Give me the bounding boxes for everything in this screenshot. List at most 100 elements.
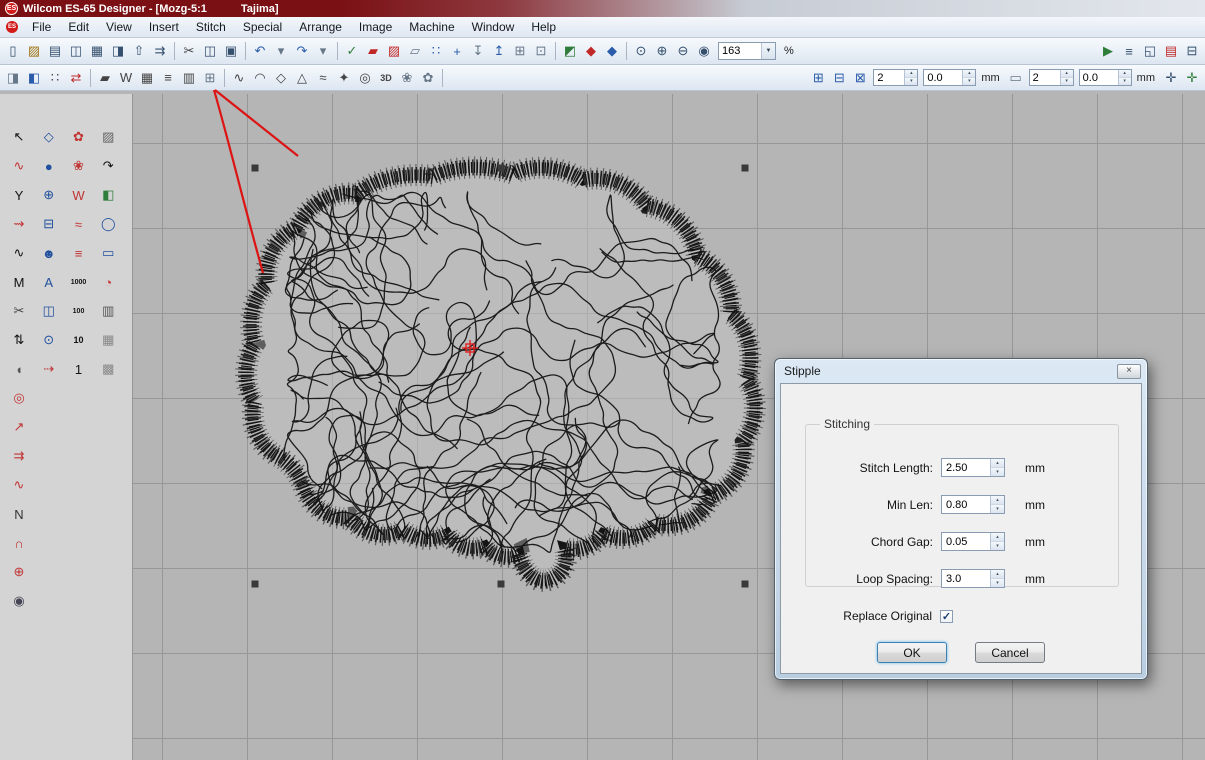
spin-down-icon[interactable]: ▾ [905, 78, 917, 85]
jump-stitch-tool-icon[interactable]: ⇝ [7, 213, 31, 235]
zigzag-tool-tool-icon[interactable]: ∿ [7, 242, 31, 264]
ripple-effect-icon[interactable]: ◎ [355, 68, 375, 88]
print-preview-icon[interactable]: ◨ [108, 41, 128, 61]
zigzag-run-tool-icon[interactable]: W [67, 184, 91, 206]
triple-run-tool-icon[interactable]: ⇉ [7, 445, 31, 467]
spin-down-icon[interactable]: ▾ [963, 78, 975, 85]
measure-updown-tool-icon[interactable]: ⇅ [7, 329, 31, 351]
spin-down-icon[interactable]: ▾ [991, 468, 1004, 476]
flower-outline-tool-icon[interactable]: ❀ [67, 155, 91, 177]
show-connectors-icon[interactable]: ⇄ [66, 68, 86, 88]
cross-stitch-icon[interactable]: + [447, 41, 467, 61]
new-design-icon[interactable]: ▯ [3, 41, 23, 61]
save-all-icon[interactable]: ◫ [66, 41, 86, 61]
show-artwork-icon[interactable]: ◧ [24, 68, 44, 88]
hoop-toggle-icon[interactable]: ⊡ [531, 41, 551, 61]
grid-toggle-icon[interactable]: ⊞ [510, 41, 530, 61]
loop-spacing-input[interactable] [942, 570, 990, 587]
thread-colors-icon[interactable]: ◆ [602, 41, 622, 61]
stitch-length-input[interactable] [942, 459, 990, 476]
zoom-out-icon[interactable]: ⊖ [673, 41, 693, 61]
menu-special[interactable]: Special [235, 18, 290, 36]
run-100-tool-icon[interactable]: 100 [67, 300, 91, 322]
spin-up-icon[interactable]: ▴ [991, 496, 1004, 505]
menu-edit[interactable]: Edit [60, 18, 97, 36]
pull-compensation-icon[interactable]: ◠ [250, 68, 270, 88]
cut-icon[interactable]: ✂ [179, 41, 199, 61]
motif-b-icon[interactable]: ✿ [418, 68, 438, 88]
branching-tool-icon[interactable]: Y [7, 184, 31, 206]
length-value-spinner[interactable]: ▴▾ [1079, 69, 1132, 86]
scissors-tool-icon[interactable]: ✂ [7, 300, 31, 322]
pan-design-icon[interactable]: ✛ [1161, 68, 1181, 88]
penetrations-tool-icon[interactable]: N [7, 503, 31, 525]
backstitch-tool-icon[interactable]: ≡ [67, 242, 91, 264]
florentine-effect-icon[interactable]: ✦ [334, 68, 354, 88]
loop-spacing-spinner[interactable]: ▴▾ [941, 569, 1005, 588]
undo-list-icon[interactable]: ▾ [271, 41, 291, 61]
zoom-input[interactable] [719, 45, 761, 57]
min-len-input[interactable] [942, 496, 990, 513]
fan-stitch-tool-icon[interactable]: ◖ [7, 358, 31, 380]
smiley-motif-tool-icon[interactable]: ☻ [37, 242, 61, 264]
stitch-list-icon[interactable]: ≡ [1119, 41, 1139, 61]
stitch-to-machine-icon[interactable]: ⇉ [150, 41, 170, 61]
redo-list-icon[interactable]: ▾ [313, 41, 333, 61]
length-value-input[interactable] [1080, 70, 1118, 85]
s-ring-tool-icon[interactable]: ◎ [7, 387, 31, 409]
min-len-spinner[interactable]: ▴▾ [941, 495, 1005, 514]
stitch-target-tool-icon[interactable]: ◉ [7, 590, 31, 612]
chord-gap-input[interactable] [942, 533, 990, 550]
dialog-title-bar[interactable]: Stipple × [775, 359, 1147, 383]
applique-tool-icon[interactable]: ⊟ [37, 213, 61, 235]
reshape-tool-icon[interactable]: ◇ [37, 126, 61, 148]
3d-warp-icon[interactable]: 3D [376, 68, 396, 88]
spin-up-icon[interactable]: ▴ [1061, 70, 1073, 78]
wave-effect-icon[interactable]: ≈ [313, 68, 333, 88]
cancel-button[interactable]: Cancel [975, 642, 1045, 663]
spin-down-icon[interactable]: ▾ [991, 579, 1004, 587]
outline-run-icon[interactable]: ▱ [405, 41, 425, 61]
needle-down-icon[interactable]: ↧ [468, 41, 488, 61]
tatami-stitch-icon[interactable]: ▦ [137, 68, 157, 88]
design-canvas[interactable]: Stipple × Stitching Stitch Length: ▴▾ mm [133, 94, 1205, 760]
menu-file[interactable]: File [24, 18, 59, 36]
freehand-select-tool-icon[interactable]: ∿ [7, 155, 31, 177]
chord-gap-spinner[interactable]: ▴▾ [941, 532, 1005, 551]
underlay-effect-icon[interactable]: ∿ [229, 68, 249, 88]
zoom-1-1-icon[interactable]: ◉ [694, 41, 714, 61]
arc-tool-tool-icon[interactable]: ↷ [96, 155, 120, 177]
spacing-count-spinner[interactable]: ▴▾ [873, 69, 918, 86]
mirror-merge-tool-icon[interactable]: ◧ [96, 184, 120, 206]
column-stitch-tool-icon[interactable]: ▥ [96, 300, 120, 322]
spin-down-icon[interactable]: ▾ [991, 542, 1004, 550]
spin-down-icon[interactable]: ▾ [1119, 78, 1131, 85]
lettering-tool-icon[interactable]: A [37, 271, 61, 293]
overlap-objects-icon[interactable]: ◩ [560, 41, 580, 61]
export-machine-file-icon[interactable]: ⇧ [129, 41, 149, 61]
program-split-icon[interactable]: ▥ [179, 68, 199, 88]
run-1000-tool-icon[interactable]: 1000 [67, 271, 91, 293]
buttonhole-tool-icon[interactable]: ◔ [96, 271, 120, 293]
spacing-value-input[interactable] [924, 70, 962, 85]
save-design-icon[interactable]: ▤ [45, 41, 65, 61]
zoom-combo[interactable]: ▼ [718, 42, 776, 60]
spacing-value-spinner[interactable]: ▴▾ [923, 69, 976, 86]
rectangle-tool-tool-icon[interactable]: ▭ [96, 242, 120, 264]
ellipse-tool-tool-icon[interactable]: ◯ [96, 213, 120, 235]
replace-original-checkbox[interactable]: ✓ [940, 610, 953, 623]
dotted-run-tool-icon[interactable]: ⇢ [37, 358, 61, 380]
overview-window-icon[interactable]: ◱ [1140, 41, 1160, 61]
menu-stitch[interactable]: Stitch [188, 18, 234, 36]
flower-fill-tool-icon[interactable]: ✿ [67, 126, 91, 148]
show-design-icon[interactable]: ◨ [3, 68, 23, 88]
stem-stitch-tool-icon[interactable]: M [7, 271, 31, 293]
menu-insert[interactable]: Insert [141, 18, 187, 36]
spin-up-icon[interactable]: ▴ [963, 70, 975, 78]
manual-stitch-tool-icon[interactable]: ↗ [7, 416, 31, 438]
dialog-close-button[interactable]: × [1117, 364, 1141, 379]
satin-stitch-icon[interactable]: ▰ [95, 68, 115, 88]
space-evenly-grid-icon[interactable]: ⊠ [850, 68, 870, 88]
app-menu-icon[interactable]: ES [6, 21, 18, 33]
redo-icon[interactable]: ↷ [292, 41, 312, 61]
